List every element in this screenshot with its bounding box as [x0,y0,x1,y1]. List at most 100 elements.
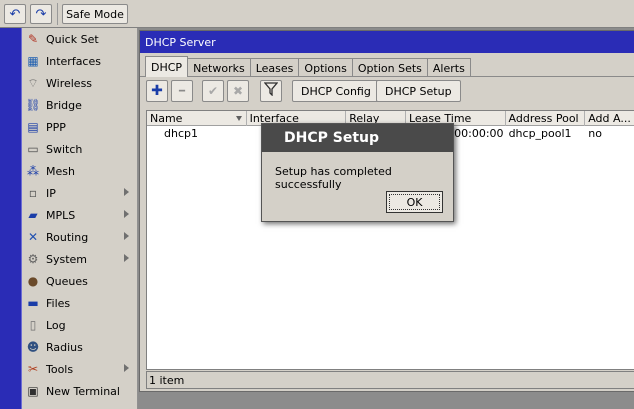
quick-set-icon: ✎ [27,32,39,46]
filter-icon [263,82,279,100]
ppp-icon: ▤ [27,120,39,134]
sidebar-item-label: Bridge [46,98,82,112]
item-count: 1 item [149,373,185,387]
sidebar-item-interfaces[interactable]: ▦ Interfaces [22,50,137,72]
main-toolbar: ↶ ↷ Safe Mode [0,0,634,28]
redo-button[interactable]: ↷ [30,4,52,24]
sidebar-item-switch[interactable]: ▭ Switch [22,138,137,160]
terminal-icon: ▣ [27,384,39,398]
tab-options[interactable]: Options [298,58,353,77]
sidebar-item-label: System [46,252,88,266]
submenu-arrow-icon [124,188,129,196]
sidebar-item-label: Log [46,318,66,332]
sidebar-item-label: Tools [46,362,74,376]
sidebar-item-new-terminal[interactable]: ▣ New Terminal [22,380,137,402]
tools-icon: ✂ [27,362,39,376]
sidebar-item-queues[interactable]: ● Queues [22,270,137,292]
sidebar-item-radius[interactable]: ☻ Radius [22,336,137,358]
files-icon: ▬ [27,296,39,310]
window-toolbar: ✚ ━ ✔ ✖ DHCP Config DHCP Setup [140,77,634,105]
tab-alerts[interactable]: Alerts [426,58,471,77]
sidebar-item-label: New Terminal [46,384,120,398]
submenu-arrow-icon [124,210,129,218]
sidebar-item-label: Routing [46,230,89,244]
sidebar-item-quick-set[interactable]: ✎ Quick Set [22,28,137,50]
dhcp-setup-dialog: DHCP Setup Setup has completed successfu… [261,123,454,222]
tab-option-sets[interactable]: Option Sets [351,58,428,77]
ip-icon: ▫ [28,186,38,200]
sidebar-item-label: Quick Set [46,32,99,46]
cross-icon: ✖ [232,84,244,98]
sidebar-strip [0,28,22,409]
sidebar-item-system[interactable]: ⚙ System [22,248,137,270]
minus-icon: ━ [178,85,186,97]
disable-button[interactable]: ✖ [227,80,249,102]
sidebar-item-label: Interfaces [46,54,101,68]
sidebar-item-label: MPLS [46,208,76,222]
sidebar-item-label: Queues [46,274,88,288]
column-label: Name [150,112,183,125]
sidebar-item-routing[interactable]: ✕ Routing [22,226,137,248]
tab-leases[interactable]: Leases [249,58,300,77]
sidebar-item-mesh[interactable]: ⁂ Mesh [22,160,137,182]
bridge-icon: ⛓ [25,98,41,112]
submenu-arrow-icon [124,254,129,262]
tab-networks[interactable]: Networks [187,58,251,77]
sidebar-item-label: Wireless [46,76,93,90]
wireless-icon: ⌔ [27,76,39,90]
window-title[interactable]: DHCP Server [140,31,634,53]
sidebar-item-label: PPP [46,120,66,134]
status-bar: 1 item [146,371,634,389]
check-icon: ✔ [207,84,219,98]
dhcp-config-button[interactable]: DHCP Config [292,80,380,102]
sidebar-item-wireless[interactable]: ⌔ Wireless [22,72,137,94]
dialog-message: Setup has completed successfully [275,165,392,191]
cell-address-pool: dhcp_pool1 [508,127,572,140]
mesh-icon: ⁂ [27,164,39,178]
sidebar-item-label: IP [46,186,56,200]
tab-dhcp[interactable]: DHCP [145,56,189,77]
routing-icon: ✕ [27,230,39,244]
mpls-icon: ▰ [28,208,38,222]
interfaces-icon: ▦ [27,54,39,68]
sidebar-item-bridge[interactable]: ⛓ Bridge [22,94,137,116]
sidebar-item-mpls[interactable]: ▰ MPLS [22,204,137,226]
cell-add-arp: no [588,127,602,140]
column-header-add-arp[interactable]: Add A... [585,111,634,126]
sidebar-item-ip[interactable]: ▫ IP [22,182,137,204]
sidebar-menu: ✎ Quick Set ▦ Interfaces ⌔ Wireless ⛓ Bridge ▤ PP… [22,28,138,409]
sidebar-item-ppp[interactable]: ▤ PPP [22,116,137,138]
sidebar-item-files[interactable]: ▬ Files [22,292,137,314]
undo-button[interactable]: ↶ [4,4,26,24]
column-header-address-pool[interactable]: Address Pool [506,111,586,126]
safe-mode-button[interactable]: Safe Mode [62,4,128,24]
column-header-name[interactable]: Name [147,111,247,126]
plus-icon: ✚ [151,83,163,99]
filter-button[interactable] [260,80,282,102]
remove-button[interactable]: ━ [171,80,193,102]
log-icon: ▯ [29,318,37,332]
dialog-title[interactable]: DHCP Setup [262,124,453,152]
sort-icon [235,116,242,121]
sidebar-item-log[interactable]: ▯ Log [22,314,137,336]
sidebar-item-label: Mesh [46,164,75,178]
sidebar-item-label: Switch [46,142,83,156]
undo-icon: ↶ [9,6,21,22]
cell-name: dhcp1 [164,127,198,140]
submenu-arrow-icon [124,364,129,372]
redo-icon: ↷ [35,6,47,22]
switch-icon: ▭ [27,142,39,156]
sidebar-item-label: Files [46,296,71,310]
system-icon: ⚙ [27,252,39,266]
queues-icon: ● [27,274,39,288]
ok-button[interactable]: OK [386,191,443,213]
enable-button[interactable]: ✔ [202,80,224,102]
dhcp-setup-button[interactable]: DHCP Setup [376,80,461,102]
submenu-arrow-icon [124,232,129,240]
toolbar-separator [57,3,58,25]
radius-icon: ☻ [26,340,40,354]
tab-bar: DHCP Networks Leases Options Option Sets… [140,55,634,77]
sidebar-item-tools[interactable]: ✂ Tools [22,358,137,380]
sidebar-item-label: Radius [46,340,83,354]
add-button[interactable]: ✚ [146,80,168,102]
